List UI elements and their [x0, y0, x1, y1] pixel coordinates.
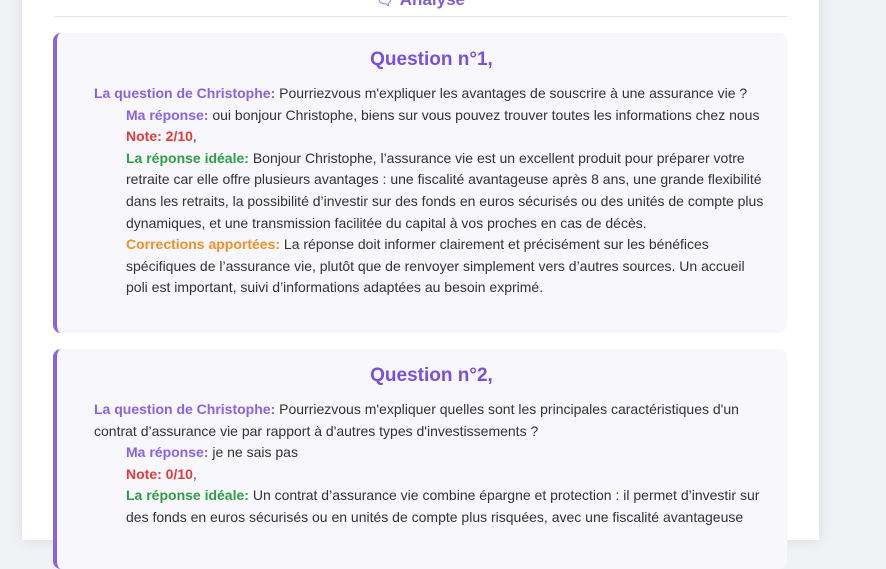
- question-label: La question de Christophe:: [94, 85, 276, 101]
- note-line: Note: 2/10,: [94, 126, 769, 148]
- answer-label: Ma réponse:: [126, 444, 209, 461]
- note-suffix: ,: [192, 128, 197, 145]
- section-title: 🗨 Analyse: [54, 0, 787, 10]
- section-title-label: Analyse: [400, 0, 465, 9]
- note-line: Note: 0/10,: [94, 464, 769, 486]
- question-title: Question n°1,: [370, 49, 493, 70]
- question-label: La question de Christophe:: [94, 401, 276, 417]
- answer-line: Ma réponse: oui bonjour Christophe, bien…: [94, 105, 769, 127]
- answer-line: Ma réponse: je ne sais pas: [94, 442, 769, 464]
- note-label: Note: 2/10: [126, 128, 193, 145]
- question-title: Question n°2,: [370, 365, 493, 386]
- corrections-line: Corrections apportées: La réponse doit i…: [94, 234, 769, 299]
- ideal-answer-label: La réponse idéale:: [126, 487, 249, 504]
- analysis-panel: 🗨 Analyse Question n°1, La question de Ch…: [22, 0, 819, 569]
- ideal-answer-label: La réponse idéale:: [126, 149, 249, 166]
- question-card: Question n°2, La question de Christophe:…: [53, 349, 787, 569]
- answer-text: je ne sais pas: [208, 444, 298, 461]
- ideal-answer-line: La réponse idéale: Un contrat d’assuranc…: [94, 485, 769, 528]
- corrections-label: Corrections apportées:: [126, 236, 281, 253]
- section-header: 🗨 Analyse: [54, 0, 787, 17]
- question-line: La question de Christophe: Pourriezvous …: [94, 83, 769, 105]
- ideal-answer-line: La réponse idéale: Bonjour Christophe, l…: [94, 148, 769, 234]
- note-label: Note: 0/10: [126, 465, 193, 482]
- chat-bubble-icon: 🗨: [376, 0, 394, 8]
- answer-text: oui bonjour Christophe, biens sur vous p…: [208, 106, 760, 123]
- note-suffix: ,: [192, 465, 197, 482]
- answer-label: Ma réponse:: [126, 106, 209, 123]
- question-line: La question de Christophe: Pourriezvous …: [94, 399, 769, 442]
- question-card: Question n°1, La question de Christophe:…: [53, 33, 787, 333]
- question-text: Pourriezvous m'expliquer les avantages d…: [275, 85, 748, 101]
